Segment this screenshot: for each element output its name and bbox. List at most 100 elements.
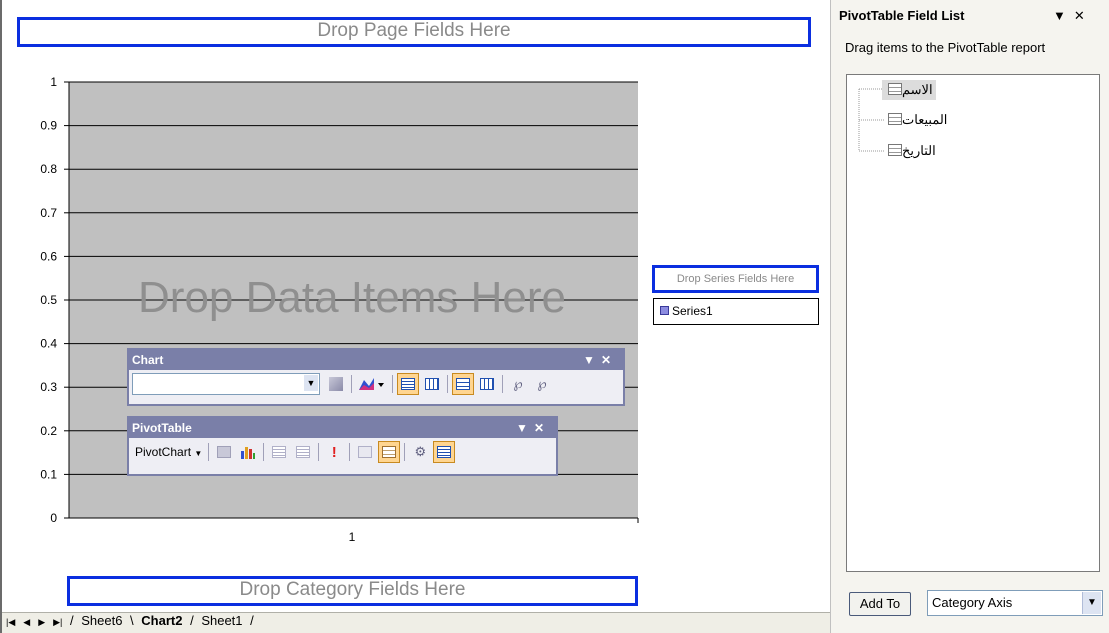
format-chart-area-button[interactable]	[325, 373, 347, 395]
legend-series-label: Series1	[672, 304, 713, 318]
exclamation-icon: !	[331, 443, 337, 461]
toolbar-separator	[447, 375, 448, 393]
by-row-button[interactable]	[452, 373, 474, 395]
y-tick-label: 0.6	[40, 249, 57, 263]
tab-separator: /	[70, 613, 78, 628]
chart-toolbar-title: Chart	[132, 353, 164, 367]
field-icon	[888, 113, 902, 125]
close-icon[interactable]: ✕	[534, 421, 550, 435]
y-tick-label: 0.1	[40, 467, 57, 481]
format-icon	[329, 377, 343, 391]
chart-legend[interactable]: Series1	[653, 298, 819, 325]
legend-icon	[401, 378, 415, 390]
toolbar-separator	[404, 443, 406, 461]
by-column-button[interactable]	[476, 373, 498, 395]
y-tick-label: 0	[50, 511, 57, 525]
toolbar-separator	[392, 375, 393, 393]
area-select[interactable]: Category Axis ▼	[927, 590, 1103, 616]
angle-text-downward-button[interactable]: ℘	[507, 373, 529, 395]
toolbar-separator	[263, 443, 265, 461]
chevron-down-icon[interactable]: ▼	[1082, 592, 1101, 614]
toolbar-separator	[502, 375, 503, 393]
angle-down-icon: ℘	[513, 376, 523, 391]
chart-objects-combo[interactable]: ▼	[132, 373, 320, 395]
always-display-items-button[interactable]	[378, 441, 401, 463]
data-table-button[interactable]	[421, 373, 443, 395]
next-sheet-icon[interactable]: ▶	[38, 617, 45, 628]
field-label: المبيعات	[902, 112, 948, 127]
refresh-data-button[interactable]: !	[323, 441, 345, 463]
field-settings-button[interactable]: ⚙	[409, 441, 431, 463]
pivotchart-menu-label: PivotChart	[135, 445, 192, 459]
first-sheet-icon[interactable]: |◀	[6, 617, 15, 628]
chart-toolbar[interactable]: Chart ▼✕ ▼ ℘ ℘	[127, 348, 625, 406]
field-item[interactable]: التاريخ	[885, 141, 936, 161]
pane-controls: ▼✕	[1053, 8, 1093, 24]
field-tree[interactable]: الاسم المبيعات التاريخ	[846, 74, 1100, 572]
prev-sheet-icon[interactable]: ◀	[23, 617, 30, 628]
y-tick-label: 0.2	[40, 424, 57, 438]
y-tick-label: 0.9	[40, 119, 57, 133]
pane-hint: Drag items to the PivotTable report	[845, 40, 1046, 55]
toolbar-separator	[351, 375, 352, 393]
pivottable-toolbar[interactable]: PivotTable ▼✕ PivotChart ▼ ! ⚙	[127, 416, 558, 476]
y-tick-label: 0.4	[40, 337, 57, 351]
toolbar-separator	[208, 443, 210, 461]
chart-toolbar-titlebar[interactable]: Chart ▼✕	[129, 350, 623, 370]
hidden-items-icon	[358, 446, 373, 458]
pivottable-field-list-pane[interactable]: PivotTable Field List Drag items to the …	[830, 0, 1109, 633]
field-icon	[888, 83, 902, 95]
field-label: الاسم	[902, 82, 933, 97]
pivotchart-menu[interactable]: PivotChart ▼	[132, 445, 205, 459]
y-tick-label: 1	[50, 75, 57, 89]
legend-button[interactable]	[397, 373, 419, 395]
field-icon	[888, 144, 902, 156]
area-chart-icon	[359, 378, 384, 390]
chart-type-button[interactable]	[356, 373, 388, 395]
sheet-tab-sheet1[interactable]: Sheet1	[197, 613, 246, 628]
chevron-down-icon[interactable]: ▼	[304, 375, 318, 391]
show-field-list-button[interactable]	[433, 441, 456, 463]
close-icon[interactable]: ✕	[601, 353, 617, 367]
bar-chart-icon	[241, 447, 256, 459]
y-tick-label: 0.8	[40, 162, 57, 176]
show-detail-button[interactable]	[292, 441, 314, 463]
angle-text-upward-button[interactable]: ℘	[531, 373, 553, 395]
legend-swatch	[660, 306, 669, 315]
field-settings-icon: ⚙	[414, 444, 427, 459]
add-to-button[interactable]: Add To	[849, 592, 911, 616]
format-report-icon	[217, 446, 232, 458]
table-icon	[425, 378, 439, 390]
hide-detail-button[interactable]	[268, 441, 290, 463]
data-items-dropzone[interactable]: Drop Data Items Here	[138, 273, 566, 322]
field-list-icon	[437, 446, 452, 458]
tab-separator: /	[246, 613, 254, 628]
y-tick-label: 0.7	[40, 206, 57, 220]
close-icon[interactable]: ✕	[1074, 8, 1093, 23]
chart-wizard-button[interactable]	[237, 441, 259, 463]
sheet-tab-chart2[interactable]: Chart2	[137, 613, 186, 628]
format-report-button[interactable]	[213, 441, 235, 463]
hide-detail-icon	[272, 446, 287, 458]
category-fields-dropzone[interactable]: Drop Category Fields Here	[67, 576, 638, 606]
toolbar-separator	[349, 443, 351, 461]
toolbar-options-icon[interactable]: ▼	[583, 353, 601, 367]
show-detail-icon	[296, 446, 311, 458]
chart-sheet[interactable]: Drop Page Fields Here 0 0.1 0.2 0.3 0.4 0.5 0.…	[0, 0, 832, 633]
by-row-icon	[456, 378, 470, 390]
field-item[interactable]: الاسم	[882, 80, 936, 100]
field-label: التاريخ	[902, 143, 936, 158]
tab-separator: /	[186, 613, 198, 628]
last-sheet-icon[interactable]: ▶|	[53, 617, 62, 628]
x-tick-label: 1	[349, 530, 356, 544]
pane-options-icon[interactable]: ▼	[1053, 8, 1074, 23]
y-tick-label: 0.5	[40, 293, 57, 307]
angle-up-icon: ℘	[537, 376, 547, 391]
toolbar-options-icon[interactable]: ▼	[516, 421, 534, 435]
include-hidden-items-button[interactable]	[354, 441, 376, 463]
field-item[interactable]: المبيعات	[885, 110, 947, 130]
series-fields-dropzone[interactable]: Drop Series Fields Here	[652, 265, 819, 293]
pivottable-toolbar-titlebar[interactable]: PivotTable ▼✕	[129, 418, 556, 438]
sheet-tab-sheet6[interactable]: Sheet6	[77, 613, 126, 628]
sheet-tab-bar[interactable]: |◀ ◀ ▶ ▶| / Sheet6 \ Chart2 / Sheet1 /	[2, 612, 832, 633]
